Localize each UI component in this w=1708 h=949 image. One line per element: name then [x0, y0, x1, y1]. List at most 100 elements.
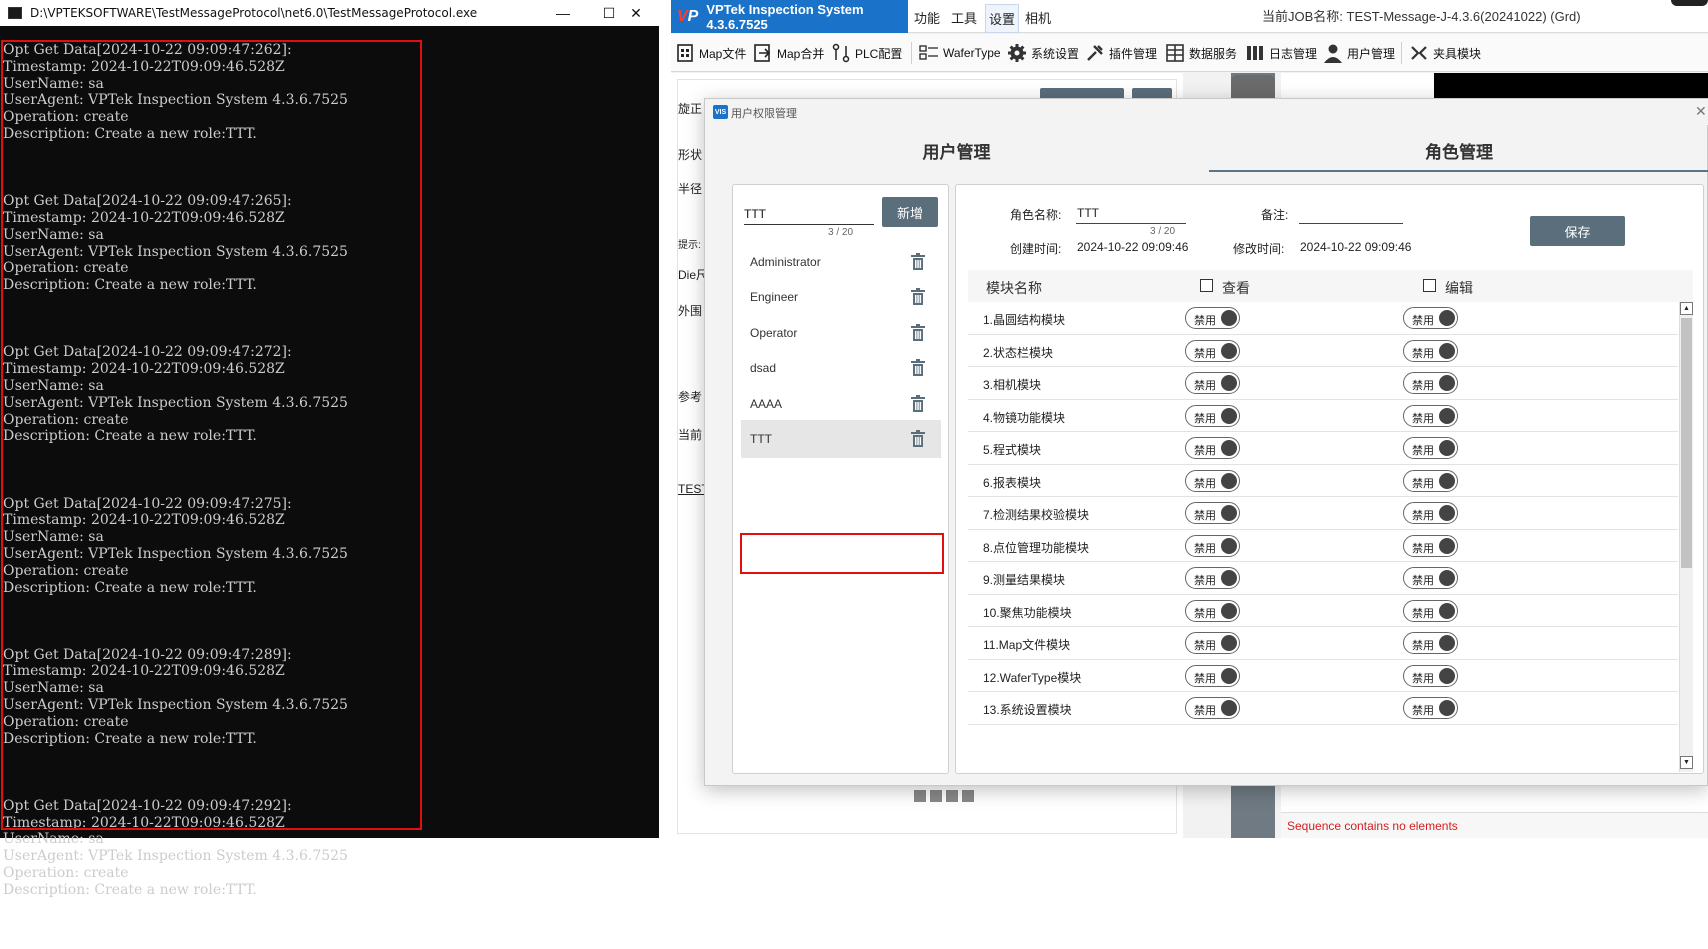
trash-icon[interactable] — [910, 395, 926, 412]
role-list-item[interactable]: AAAA — [741, 385, 941, 423]
console-title: D:\VPTEKSOFTWARE\TestMessageProtocol\net… — [30, 6, 478, 20]
toolbar-user-manager[interactable]: 用户管理 — [1323, 40, 1395, 66]
toolbar-label: 夹具模块 — [1433, 46, 1482, 61]
toggle-label: 禁用 — [1194, 510, 1216, 522]
console-scrollbar[interactable] — [645, 26, 659, 838]
edit-toggle[interactable]: 禁用 — [1403, 567, 1458, 589]
map-file-icon — [675, 43, 695, 63]
toggle-knob — [1221, 440, 1237, 456]
view-toggle[interactable]: 禁用 — [1185, 632, 1240, 654]
role-list-item[interactable]: dsad — [741, 349, 941, 387]
view-toggle[interactable]: 禁用 — [1185, 502, 1240, 524]
toolbar-map-merge[interactable]: Map合并 — [753, 40, 824, 66]
module-name: 1.晶圆结构模块 — [983, 313, 1066, 327]
role-name: Engineer — [750, 290, 799, 304]
modified-time-value: 2024-10-22 09:09:46 — [1300, 240, 1412, 254]
toolbar-data-service[interactable]: 数据服务 — [1165, 40, 1237, 66]
view-toggle[interactable]: 禁用 — [1185, 599, 1240, 622]
trash-icon[interactable] — [910, 324, 926, 341]
edit-toggle[interactable]: 禁用 — [1403, 697, 1458, 719]
view-toggle[interactable]: 禁用 — [1185, 339, 1240, 362]
edit-toggle[interactable]: 禁用 — [1403, 664, 1458, 687]
view-toggle[interactable]: 禁用 — [1185, 534, 1240, 557]
toggle-label: 禁用 — [1194, 347, 1216, 360]
remark-label: 备注: — [1261, 208, 1289, 222]
role-list-item[interactable]: Operator — [741, 314, 941, 352]
edit-toggle[interactable]: 禁用 — [1403, 372, 1458, 394]
toggle-label: 禁用 — [1194, 672, 1216, 685]
view-toggle[interactable]: 禁用 — [1185, 664, 1240, 687]
minimize-button[interactable]: — — [540, 0, 586, 26]
toolbar-map-file[interactable]: Map文件 — [675, 40, 746, 66]
view-toggle[interactable]: 禁用 — [1185, 437, 1240, 459]
toolbar-system-settings[interactable]: 系统设置 — [1007, 40, 1079, 66]
user-permission-dialog: VIS 用户权限管理 ✕ 用户管理 角色管理 3 / 20 新增 Adminis… — [704, 98, 1708, 786]
brand-logo: VP — [677, 7, 699, 25]
toggle-label: 禁用 — [1412, 380, 1434, 392]
toggle-knob — [1221, 375, 1237, 391]
edit-toggle[interactable]: 禁用 — [1403, 534, 1458, 557]
role-list-item[interactable]: Administrator — [741, 243, 941, 281]
role-name-input[interactable] — [744, 203, 874, 225]
scroll-up-icon[interactable]: ▲ — [1680, 302, 1693, 315]
toggle-label: 禁用 — [1194, 477, 1216, 490]
wafer-type-icon — [919, 43, 939, 63]
menu-camera[interactable]: 相机 — [1025, 8, 1051, 27]
view-toggle[interactable]: 禁用 — [1185, 697, 1240, 719]
permission-scrollbar[interactable]: ▲ ▼ — [1679, 302, 1693, 772]
toolbar-separator — [1401, 42, 1402, 64]
tab-user-management[interactable]: 用户管理 — [705, 135, 1208, 171]
menu-tools[interactable]: 工具 — [951, 8, 977, 27]
scroll-down-icon[interactable]: ▼ — [1680, 756, 1693, 769]
save-button[interactable]: 保存 — [1530, 216, 1625, 246]
error-message: Sequence contains no elements — [1287, 819, 1458, 833]
window-corner-control[interactable] — [1671, 0, 1708, 6]
module-name: 6.报表模块 — [983, 475, 1042, 490]
menu-settings[interactable]: 设置 — [985, 4, 1020, 33]
view-toggle[interactable]: 禁用 — [1185, 567, 1240, 589]
log-line-operation: Operation: create — [3, 865, 129, 882]
view-toggle[interactable]: 禁用 — [1185, 307, 1240, 329]
trash-icon[interactable] — [910, 288, 926, 305]
role-list-item[interactable]: Engineer — [741, 278, 941, 316]
toolbar-plugin-manager[interactable]: 插件管理 — [1085, 40, 1157, 66]
edit-toggle[interactable]: 禁用 — [1403, 404, 1458, 427]
menu-function[interactable]: 功能 — [914, 8, 940, 27]
bg-label: 半径 — [678, 182, 703, 196]
role-list-item[interactable]: TTT — [741, 420, 941, 458]
permission-row: 1.晶圆结构模块 禁用 禁用 — [968, 302, 1678, 335]
edit-toggle[interactable]: 禁用 — [1403, 339, 1458, 362]
edit-toggle[interactable]: 禁用 — [1403, 502, 1458, 524]
trash-icon[interactable] — [910, 430, 926, 447]
toolbar-fixture-module[interactable]: 夹具模块 — [1409, 40, 1481, 66]
toolbar-log-manager[interactable]: 日志管理 — [1245, 40, 1317, 66]
toolbar-label: 数据服务 — [1189, 46, 1238, 61]
edit-toggle[interactable]: 禁用 — [1403, 307, 1458, 329]
edit-toggle[interactable]: 禁用 — [1403, 632, 1458, 654]
toolbar-plc-config[interactable]: PLC配置 — [831, 40, 902, 66]
tab-role-management[interactable]: 角色管理 — [1209, 135, 1708, 171]
add-role-button[interactable]: 新增 — [882, 197, 938, 227]
close-button[interactable]: ✕ — [613, 0, 659, 26]
scroll-thumb[interactable] — [1681, 318, 1692, 568]
view-toggle[interactable]: 禁用 — [1185, 372, 1240, 394]
trash-icon[interactable] — [910, 359, 926, 376]
edit-toggle[interactable]: 禁用 — [1403, 469, 1458, 492]
dialog-close-button[interactable]: ✕ — [1695, 103, 1707, 120]
permission-row: 10.聚焦功能模块 禁用 禁用 — [968, 595, 1678, 627]
edit-toggle[interactable]: 禁用 — [1403, 437, 1458, 459]
role-name-value[interactable]: TTT — [1077, 206, 1099, 220]
trash-icon[interactable] — [910, 253, 926, 270]
toolbar-wafer-type[interactable]: WaferType — [919, 40, 1001, 66]
module-name: 5.程式模块 — [983, 443, 1042, 457]
dialog-title: 用户权限管理 — [731, 108, 797, 120]
view-toggle[interactable]: 禁用 — [1185, 469, 1240, 492]
view-toggle[interactable]: 禁用 — [1185, 404, 1240, 427]
toggle-knob — [1221, 407, 1237, 424]
view-all-checkbox[interactable] — [1200, 279, 1213, 292]
edit-all-checkbox[interactable] — [1423, 279, 1436, 292]
bg-label: 参考 — [678, 390, 703, 404]
role-list-panel: 3 / 20 新增 Administrator Engineer Operator d… — [732, 184, 949, 774]
edit-toggle[interactable]: 禁用 — [1403, 599, 1458, 622]
gear-icon — [1007, 43, 1027, 63]
